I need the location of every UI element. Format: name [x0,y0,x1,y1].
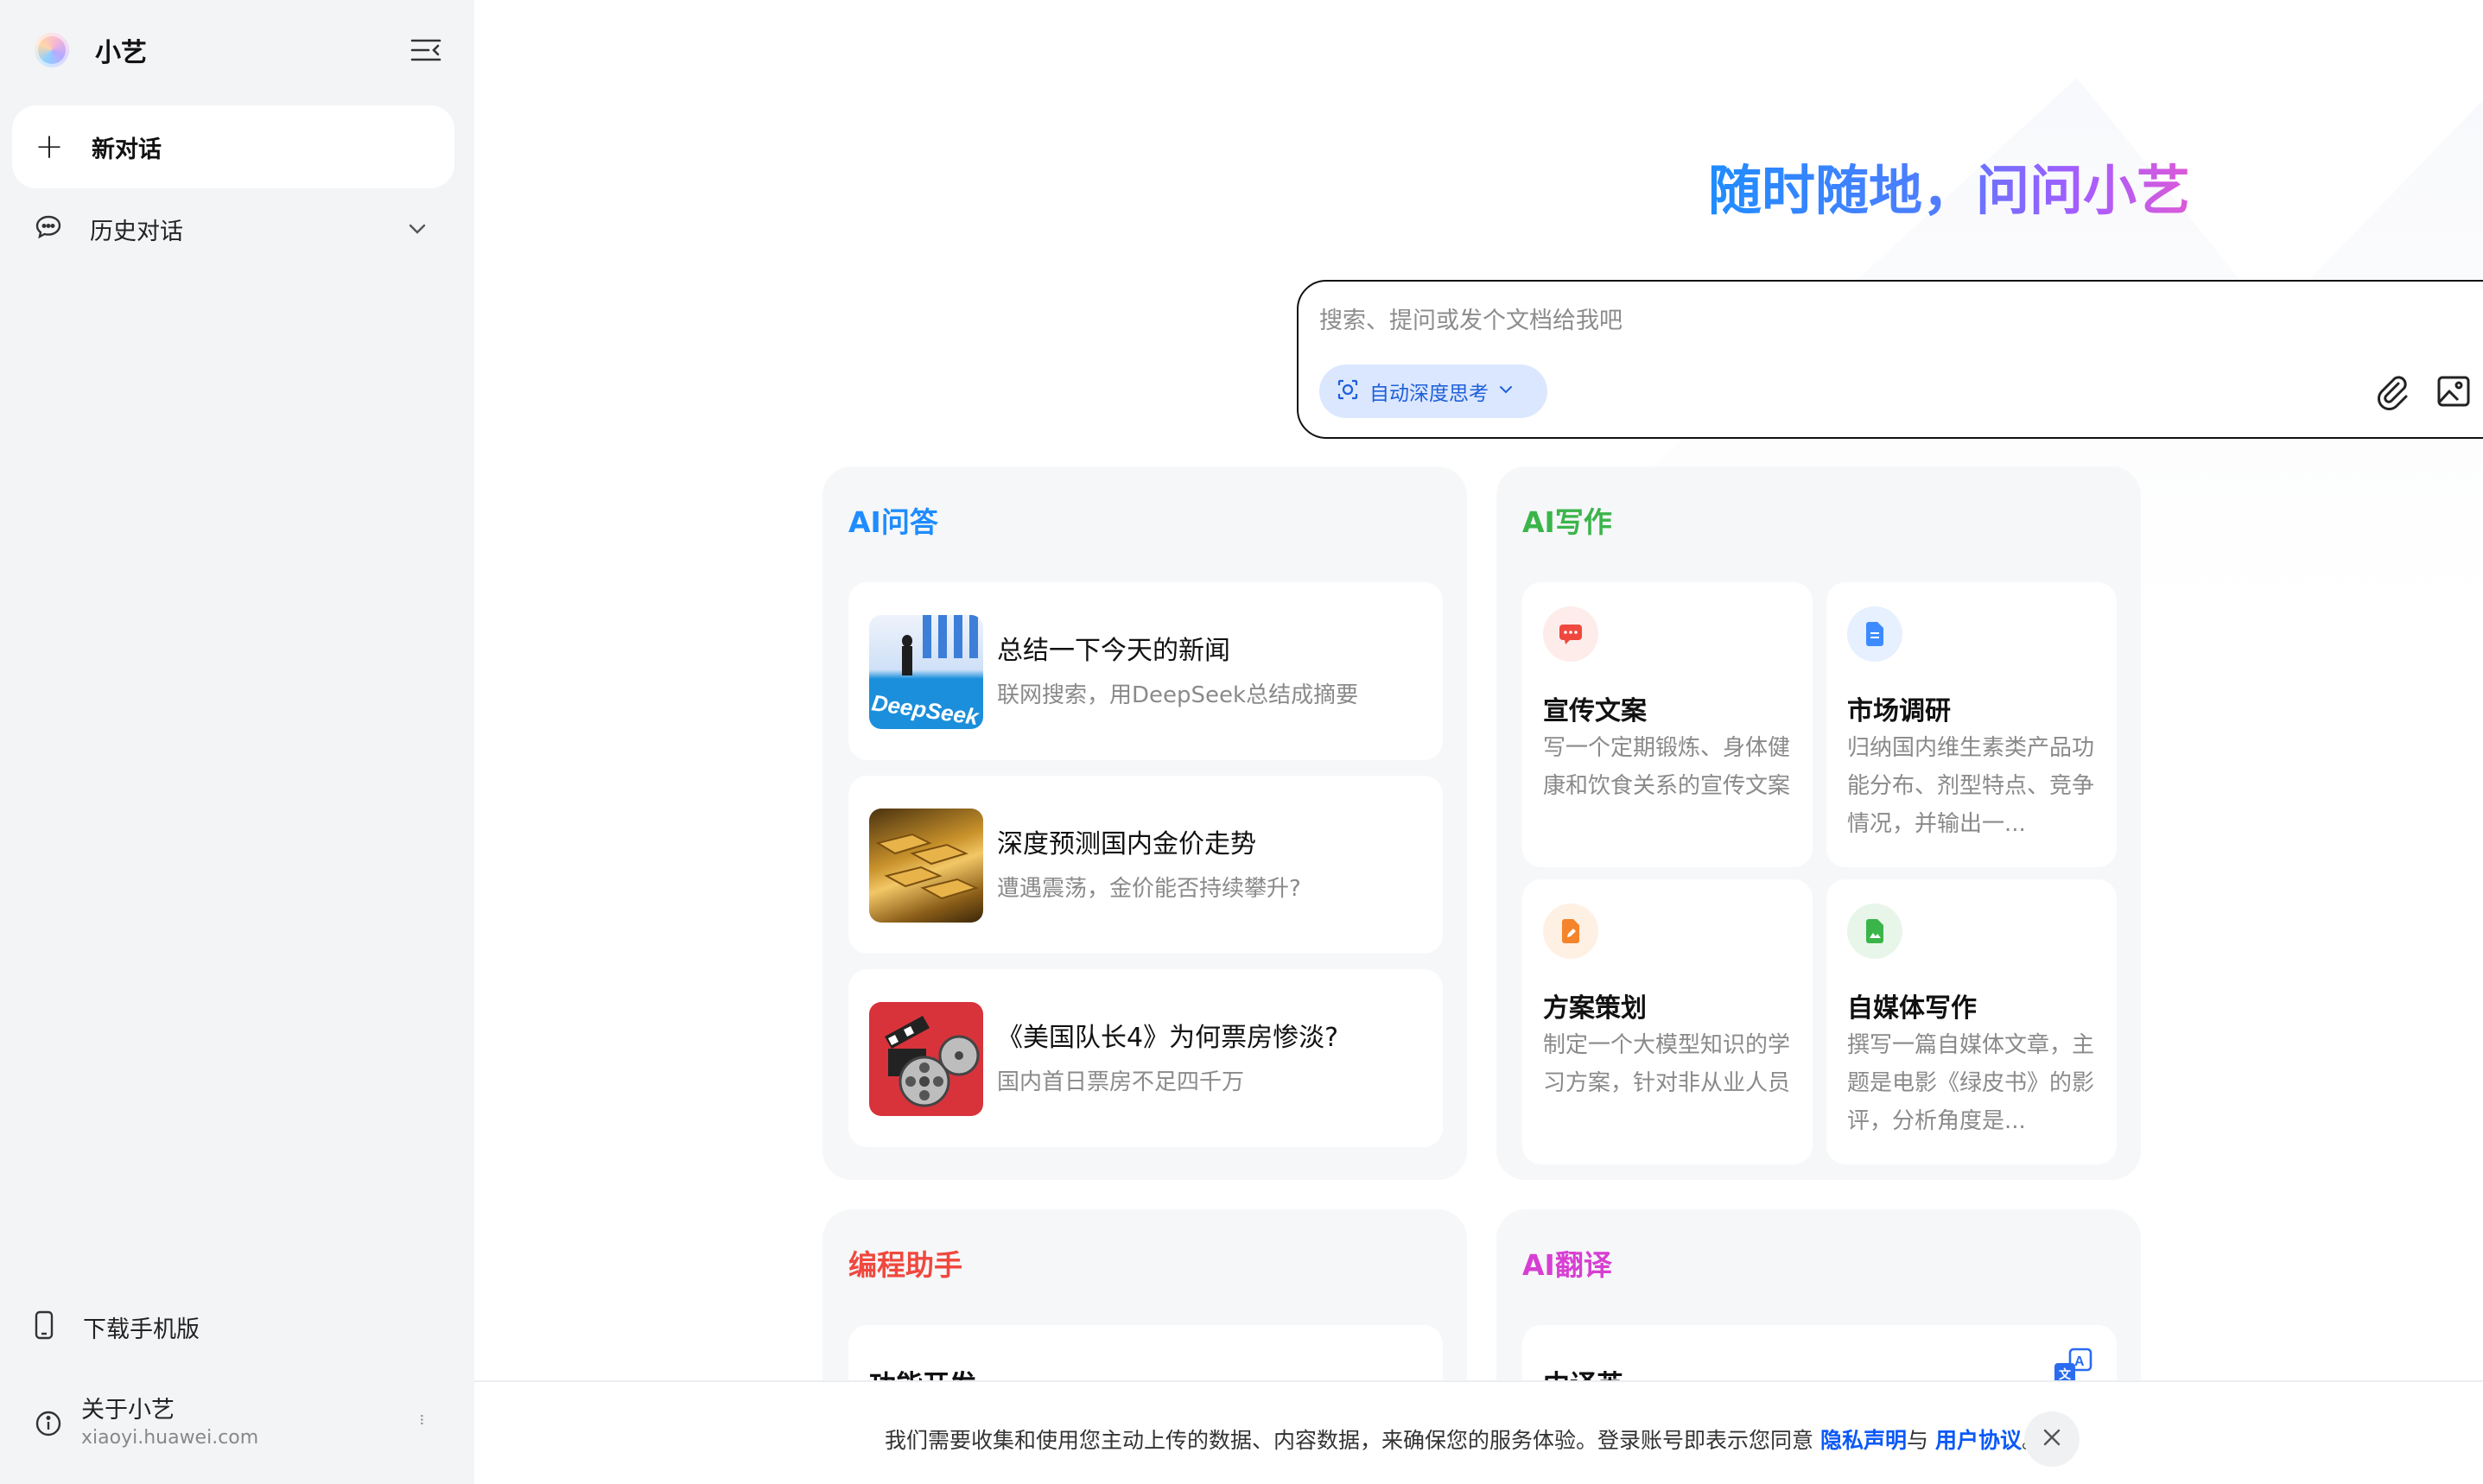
history-label: 历史对话 [90,218,183,245]
consent-message: 我们需要收集和使用您主动上传的数据、内容数据，来确保您的服务体验。登录账号即表示… [885,1428,1814,1453]
collapse-sidebar-icon[interactable] [410,35,442,66]
coding-card-title: 编程助手 [848,1248,962,1282]
brand: 小艺 [35,31,147,69]
consent-banner: 我们需要收集和使用您主动上传的数据、内容数据，来确保您的服务体验。登录账号即表示… [474,1380,2483,1484]
close-icon [2041,1426,2063,1452]
writing-item-desc: 撰写一篇自媒体文章，主题是电影《绿皮书》的影评，分析角度是... [1847,1032,2095,1134]
deep-think-icon [1337,378,1359,404]
film-reel-thumbnail [869,1002,983,1116]
xiaoyi-logo-icon [35,33,69,67]
translate-card-title: AI翻译 [1522,1248,1612,1282]
about-link[interactable]: 关于小艺 xiaoyi.huawei.com ··· [35,1391,432,1453]
phone-icon [35,1310,54,1343]
chat-input[interactable] [1319,301,2483,340]
image-file-icon [1847,904,1902,959]
writing-item-title: 宣传文案 [1543,696,1647,726]
new-chat-button[interactable]: + 新对话 [12,105,454,188]
info-icon [35,1410,62,1441]
headline: 随时随地，问问小艺 [1708,147,2205,222]
qa-item-title: 深度预测国内金价走势 [997,829,1256,859]
writing-item[interactable]: 自媒体写作 撰写一篇自媒体文章，主题是电影《绿皮书》的影评，分析角度是... [1826,879,2117,1164]
qa-item-subtitle: 遭遇震荡，金价能否持续攀升? [997,876,1301,902]
qa-item-title: 总结一下今天的新闻 [997,636,1230,666]
attach-file-icon[interactable] [2370,370,2413,413]
more-icon[interactable]: ··· [411,1413,432,1424]
qa-card-title: AI问答 [848,505,938,539]
writing-card-title: AI写作 [1522,505,1612,539]
writing-item-desc: 制定一个大模型知识的学习方案，针对非从业人员 [1543,1032,1791,1096]
deep-think-label: 自动深度思考 [1369,383,1489,405]
writing-item[interactable]: 宣传文案 写一个定期锻炼、身体健康和饮食关系的宣传文案 [1522,582,1813,867]
svg-text:DeepSeek: DeepSeek [870,689,981,729]
chevron-down-icon [1497,381,1515,402]
privacy-link[interactable]: 隐私声明 [1820,1428,1907,1453]
edit-file-icon [1543,904,1598,959]
chevron-down-icon [406,218,429,244]
download-app-link[interactable]: 下载手机版 [35,1303,200,1351]
upload-image-icon[interactable] [2432,370,2475,413]
deep-think-dropdown[interactable]: 自动深度思考 [1319,365,1547,418]
main-area: 登录 随时随地，问问小艺 自动深度思考 [474,0,2483,1484]
message-icon [1543,606,1598,662]
qa-item-title: 《美国队长4》为何票房惨淡? [997,1023,1339,1053]
headline-text: 随时随地，问问小艺 [1708,147,2205,225]
chat-bubble-icon [35,214,62,244]
qa-item-subtitle: 联网搜索，用DeepSeek总结成摘要 [997,682,1359,708]
gold-bars-thumbnail [869,809,983,923]
writing-item-desc: 写一个定期锻炼、身体健康和饮食关系的宣传文案 [1543,735,1791,799]
sidebar: 小艺 + 新对话 历史对话 下载手机版 关于小艺 xiaoyi.huawei.c… [0,0,474,1484]
writing-item-title: 自媒体写作 [1847,993,1977,1024]
app-name: 小艺 [95,38,147,68]
about-title: 关于小艺 [81,1397,175,1424]
qa-card: AI问答 DeepSeek 总结一下今天的新闻 联网搜索，用DeepSeek总结… [822,466,1467,1180]
qa-item-subtitle: 国内首日票房不足四千万 [997,1069,1245,1095]
qa-item[interactable]: DeepSeek 总结一下今天的新闻 联网搜索，用DeepSeek总结成摘要 [848,582,1443,760]
svg-text:A: A [2074,1354,2085,1369]
writing-item-desc: 归纳国内维生素类产品功能分布、剂型特点、竞争情况，并输出一... [1847,735,2095,837]
about-url: xiaoyi.huawei.com [81,1427,259,1449]
app-root: 小艺 + 新对话 历史对话 下载手机版 关于小艺 xiaoyi.huawei.c… [0,0,2483,1484]
writing-card: AI写作 宣传文案 写一个定期锻炼、身体健康和饮食关系的宣传文案 市场调研 归纳… [1496,466,2141,1180]
download-label: 下载手机版 [83,1316,200,1343]
agreement-link[interactable]: 用户协议 [1935,1428,2022,1453]
writing-item[interactable]: 方案策划 制定一个大模型知识的学习方案，针对非从业人员 [1522,879,1813,1164]
close-banner-button[interactable] [2024,1411,2080,1467]
chat-composer: 自动深度思考 [1297,280,2483,439]
plus-icon: + [35,127,64,167]
document-icon [1847,606,1902,662]
writing-item-title: 市场调研 [1847,696,1951,726]
writing-item-title: 方案策划 [1543,993,1647,1024]
deepseek-thumbnail: DeepSeek [869,615,983,729]
consent-text: 我们需要收集和使用您主动上传的数据、内容数据，来确保您的服务体验。登录账号即表示… [885,1424,2043,1455]
consent-and: 与 [1906,1428,1928,1453]
history-toggle[interactable]: 历史对话 [12,200,454,257]
writing-item[interactable]: 市场调研 归纳国内维生素类产品功能分布、剂型特点、竞争情况，并输出一... [1826,582,2117,867]
qa-item[interactable]: 《美国队长4》为何票房惨淡? 国内首日票房不足四千万 [848,969,1443,1147]
qa-item[interactable]: 深度预测国内金价走势 遭遇震荡，金价能否持续攀升? [848,776,1443,954]
new-chat-label: 新对话 [92,136,162,163]
